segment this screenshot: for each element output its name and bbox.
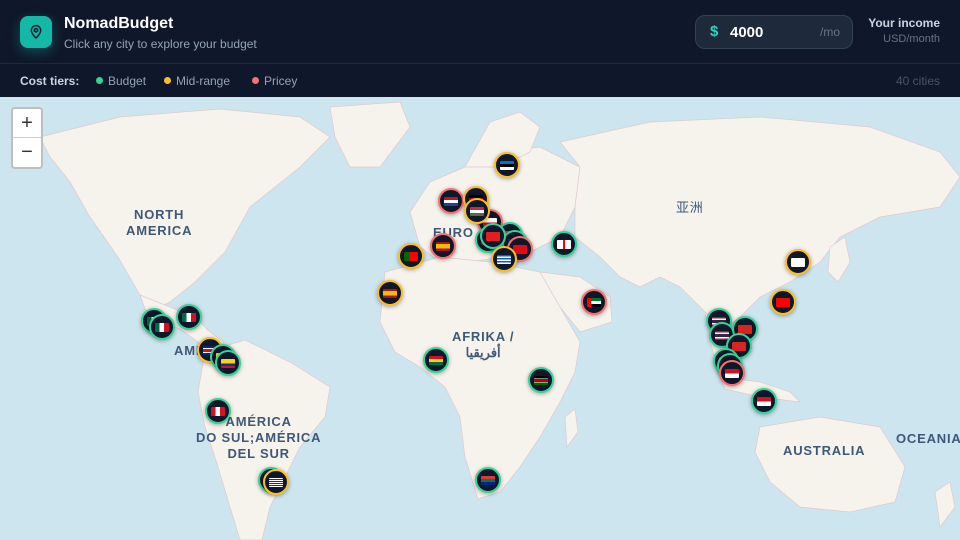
app-logo <box>20 16 52 48</box>
flag-icon <box>404 251 418 261</box>
flag-icon <box>776 297 790 307</box>
flag-icon <box>557 239 571 249</box>
flag-icon <box>383 288 397 298</box>
label-asia: 亚洲 <box>676 200 704 215</box>
tiers-label: Cost tiers: <box>20 74 80 88</box>
flag-icon <box>791 257 805 267</box>
income-unit: USD/month <box>883 33 940 45</box>
flag-icon <box>497 254 511 264</box>
flag-icon <box>725 368 739 378</box>
city-marker[interactable] <box>475 467 501 493</box>
flag-icon <box>211 406 225 416</box>
label-north-america: NORTH AMERICA <box>126 207 193 238</box>
flag-icon <box>715 330 729 340</box>
flag-icon <box>436 241 450 251</box>
cost-tier-legend: Cost tiers: Budget Mid-range Pricey 40 c… <box>0 64 960 97</box>
city-marker[interactable] <box>770 289 796 315</box>
city-marker[interactable] <box>176 304 202 330</box>
top-bar: NomadBudget Click any city to explore yo… <box>0 0 960 64</box>
city-marker[interactable] <box>215 350 241 376</box>
city-marker[interactable] <box>528 367 554 393</box>
city-marker[interactable] <box>438 188 464 214</box>
flag-icon <box>429 355 443 365</box>
tier-label: Mid-range <box>176 74 231 88</box>
app-root: NomadBudget Click any city to explore yo… <box>0 0 960 540</box>
map-pin-icon <box>30 25 42 39</box>
city-marker[interactable] <box>205 398 231 424</box>
tier-label: Pricey <box>264 74 298 88</box>
label-australia: AUSTRALIA <box>783 443 866 458</box>
tier-mid-range: Mid-range <box>164 74 230 88</box>
flag-icon <box>269 477 283 487</box>
city-marker[interactable] <box>491 246 517 272</box>
city-marker[interactable] <box>464 198 490 224</box>
city-marker[interactable] <box>423 347 449 373</box>
world-map[interactable]: + − NORTH AMERICA AMER AMÉRICA DO SUL;AM… <box>0 97 960 540</box>
flag-icon <box>500 160 514 170</box>
income-label: Your income <box>868 16 940 30</box>
zoom-out-button[interactable]: − <box>13 138 41 167</box>
zoom-control: + − <box>11 107 43 169</box>
flag-icon <box>732 341 746 351</box>
income-input[interactable] <box>730 22 810 42</box>
city-marker[interactable] <box>263 469 289 495</box>
tier-dot <box>96 77 103 84</box>
flag-icon <box>534 375 548 385</box>
per-month-suffix: /mo <box>819 25 840 39</box>
app-title: NomadBudget <box>64 15 174 32</box>
city-marker[interactable] <box>149 314 175 340</box>
flag-icon <box>486 231 500 241</box>
flag-icon <box>481 475 495 485</box>
city-marker[interactable] <box>551 231 577 257</box>
dollar-icon: $ <box>710 23 719 40</box>
label-africa: AFRIKA / أفريقيا <box>452 329 515 360</box>
flag-icon <box>182 312 196 322</box>
city-count: 40 cities <box>895 74 940 88</box>
tier-label: Budget <box>108 74 147 88</box>
city-marker[interactable] <box>719 360 745 386</box>
city-marker[interactable] <box>494 152 520 178</box>
tier-pricey: Pricey <box>252 74 297 88</box>
city-marker[interactable] <box>785 249 811 275</box>
city-marker[interactable] <box>430 233 456 259</box>
flag-icon <box>444 196 458 206</box>
tier-dot <box>164 77 171 84</box>
label-oceania: OCEANIA <box>896 431 960 446</box>
city-marker[interactable] <box>581 289 607 315</box>
zoom-in-button[interactable]: + <box>13 109 41 138</box>
flag-icon <box>470 206 484 216</box>
city-marker[interactable] <box>377 280 403 306</box>
flag-icon <box>221 358 235 368</box>
app-subtitle: Click any city to explore your budget <box>64 37 257 51</box>
flag-icon <box>757 396 771 406</box>
flag-icon <box>155 322 169 332</box>
tier-dot <box>252 77 259 84</box>
flag-icon <box>587 297 601 307</box>
city-marker[interactable] <box>398 243 424 269</box>
tier-budget: Budget <box>96 74 146 88</box>
income-field[interactable]: $ /mo <box>695 15 853 49</box>
city-marker[interactable] <box>751 388 777 414</box>
